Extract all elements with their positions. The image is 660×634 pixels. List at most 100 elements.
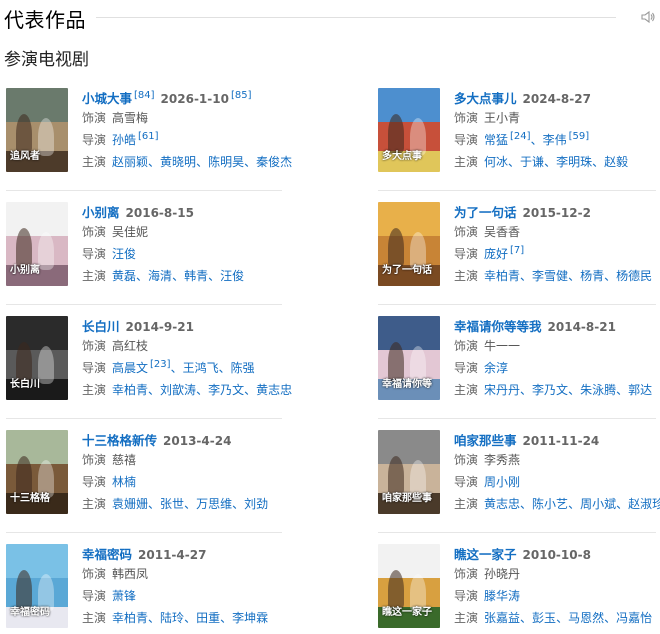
role-label: 饰演 [454, 567, 479, 581]
drama-card: 幸福密码 幸福密码 2011-4-27 饰演 韩西凤 导演 萧锋 主演 幸柏青、陆玲、田重、李坤… [6, 536, 306, 634]
drama-title-link[interactable]: 瞧这一家子 [454, 547, 517, 562]
cast-label: 主演 [454, 155, 479, 169]
role-line: 饰演 高红枝 [82, 337, 312, 358]
cast-link[interactable]: 杨德民 [616, 269, 652, 283]
drama-title-link[interactable]: 小城大事 [82, 91, 132, 106]
cast-line: 主演 何冰、于谦、李明珠、赵毅 [454, 153, 660, 174]
cast-label: 主演 [454, 269, 479, 283]
cast-link[interactable]: 陈小艺 [532, 497, 568, 511]
cast-link[interactable]: 李明珠 [556, 155, 592, 169]
cast-link[interactable]: 陆玲 [160, 611, 184, 625]
drama-title-link[interactable]: 幸福请你等等我 [454, 319, 542, 334]
cast-link[interactable]: 杨青 [580, 269, 604, 283]
director-link[interactable]: 常猛 [484, 133, 508, 147]
cast-link[interactable]: 冯嘉怡 [616, 611, 652, 625]
cast-link[interactable]: 刘歆涛 [160, 383, 196, 397]
cast-link[interactable]: 黄晓明 [160, 155, 196, 169]
role-label: 饰演 [82, 339, 107, 353]
row-divider [6, 190, 282, 191]
cast-link[interactable]: 田重 [196, 611, 220, 625]
cast-link[interactable]: 万思维 [196, 497, 232, 511]
director-link[interactable]: 孙皓 [112, 133, 136, 147]
cast-link[interactable]: 赵丽颖 [112, 155, 148, 169]
cast-link[interactable]: 幸柏青 [484, 269, 520, 283]
cast-link[interactable]: 黄磊 [112, 269, 136, 283]
cast-link[interactable]: 于谦 [520, 155, 544, 169]
cast-link[interactable]: 张世 [160, 497, 184, 511]
cast-link[interactable]: 李雪健 [532, 269, 568, 283]
drama-poster[interactable]: 多大点事 [378, 88, 440, 172]
cast-link[interactable]: 海清 [148, 269, 172, 283]
drama-poster[interactable]: 长白川 [6, 316, 68, 400]
drama-title-link[interactable]: 长白川 [82, 319, 120, 334]
cast-link[interactable]: 李坤霖 [232, 611, 268, 625]
director-link[interactable]: 余淳 [484, 361, 508, 375]
director-link[interactable]: 林楠 [112, 475, 136, 489]
separator: 、 [244, 155, 257, 169]
cast-link[interactable]: 刘劲 [244, 497, 268, 511]
director-link[interactable]: 滕华涛 [484, 589, 520, 603]
drama-poster[interactable]: 为了一句话 [378, 202, 440, 286]
cast-line: 主演 袁姗姗、张世、万思维、刘劲 [82, 495, 312, 516]
drama-poster[interactable]: 十三格格 [6, 430, 68, 514]
citation-link[interactable]: [84] [134, 90, 155, 101]
drama-poster[interactable]: 瞧这一家子 [378, 544, 440, 628]
role-name: 吴香香 [484, 225, 521, 239]
cast-link[interactable]: 朱泳腾 [580, 383, 616, 397]
cast-link[interactable]: 李乃文 [532, 383, 568, 397]
cast-link[interactable]: 幸柏青 [112, 611, 148, 625]
drama-poster[interactable]: 小别离 [6, 202, 68, 286]
drama-title-link[interactable]: 多大点事儿 [454, 91, 517, 106]
director-link[interactable]: 陈强 [231, 361, 255, 375]
drama-title-link[interactable]: 小别离 [82, 205, 120, 220]
drama-poster[interactable]: 幸福密码 [6, 544, 68, 628]
director-link[interactable]: 周小刚 [484, 475, 520, 489]
cast-link[interactable]: 幸柏青 [112, 383, 148, 397]
separator: 、 [520, 611, 533, 625]
cast-link[interactable]: 汪俊 [220, 269, 244, 283]
cast-link[interactable]: 赵毅 [604, 155, 628, 169]
drama-title-link[interactable]: 为了一句话 [454, 205, 517, 220]
drama-title-link[interactable]: 十三格格新传 [82, 433, 157, 448]
cast-link[interactable]: 郭达 [628, 383, 652, 397]
cast-link[interactable]: 李乃文 [208, 383, 244, 397]
citation-link[interactable]: [61] [138, 131, 159, 142]
citation-link[interactable]: [59] [569, 131, 590, 142]
director-line: 导演 高晨文 [23]、王鸿飞、陈强 [82, 359, 312, 380]
cast-link[interactable]: 秦俊杰 [256, 155, 292, 169]
cast-link[interactable]: 马恩然 [568, 611, 604, 625]
drama-poster[interactable]: 咱家那些事 [378, 430, 440, 514]
separator: 、 [218, 361, 231, 375]
cast-link[interactable]: 袁姗姗 [112, 497, 148, 511]
drama-card: 长白川 长白川 2014-9-21 饰演 高红枝 导演 高晨文 [23]、王鸿飞、陈强 主演 幸柏… [6, 308, 306, 408]
poster-title-text: 为了一句话 [382, 265, 432, 276]
cast-link[interactable]: 陈明昊 [208, 155, 244, 169]
drama-title-link[interactable]: 幸福密码 [82, 547, 132, 562]
cast-link[interactable]: 张嘉益 [484, 611, 520, 625]
cast-link[interactable]: 宋丹丹 [484, 383, 520, 397]
drama-poster[interactable]: 幸福请你等 [378, 316, 440, 400]
cast-link[interactable]: 赵淑珍 [628, 497, 660, 511]
director-link[interactable]: 庞好 [484, 247, 508, 261]
cast-link[interactable]: 彭玉 [532, 611, 556, 625]
citation-link[interactable]: [7] [510, 245, 524, 256]
director-link[interactable]: 汪俊 [112, 247, 136, 261]
citation-link[interactable]: [23] [150, 359, 171, 370]
drama-poster[interactable]: 追风者 [6, 88, 68, 172]
cast-link[interactable]: 黄志忠 [484, 497, 520, 511]
director-label: 导演 [82, 361, 107, 375]
separator: 、 [208, 269, 221, 283]
cast-link[interactable]: 韩青 [184, 269, 208, 283]
director-link[interactable]: 高晨文 [112, 361, 148, 375]
citation-link[interactable]: [85] [231, 90, 252, 101]
cast-link[interactable]: 何冰 [484, 155, 508, 169]
speaker-icon[interactable] [640, 9, 656, 25]
poster-band [378, 316, 440, 350]
director-link[interactable]: 萧锋 [112, 589, 136, 603]
director-link[interactable]: 王鸿飞 [183, 361, 219, 375]
director-link[interactable]: 李伟 [543, 133, 567, 147]
cast-link[interactable]: 周小斌 [580, 497, 616, 511]
cast-link[interactable]: 黄志忠 [256, 383, 292, 397]
citation-link[interactable]: [24] [510, 131, 531, 142]
drama-title-link[interactable]: 咱家那些事 [454, 433, 517, 448]
